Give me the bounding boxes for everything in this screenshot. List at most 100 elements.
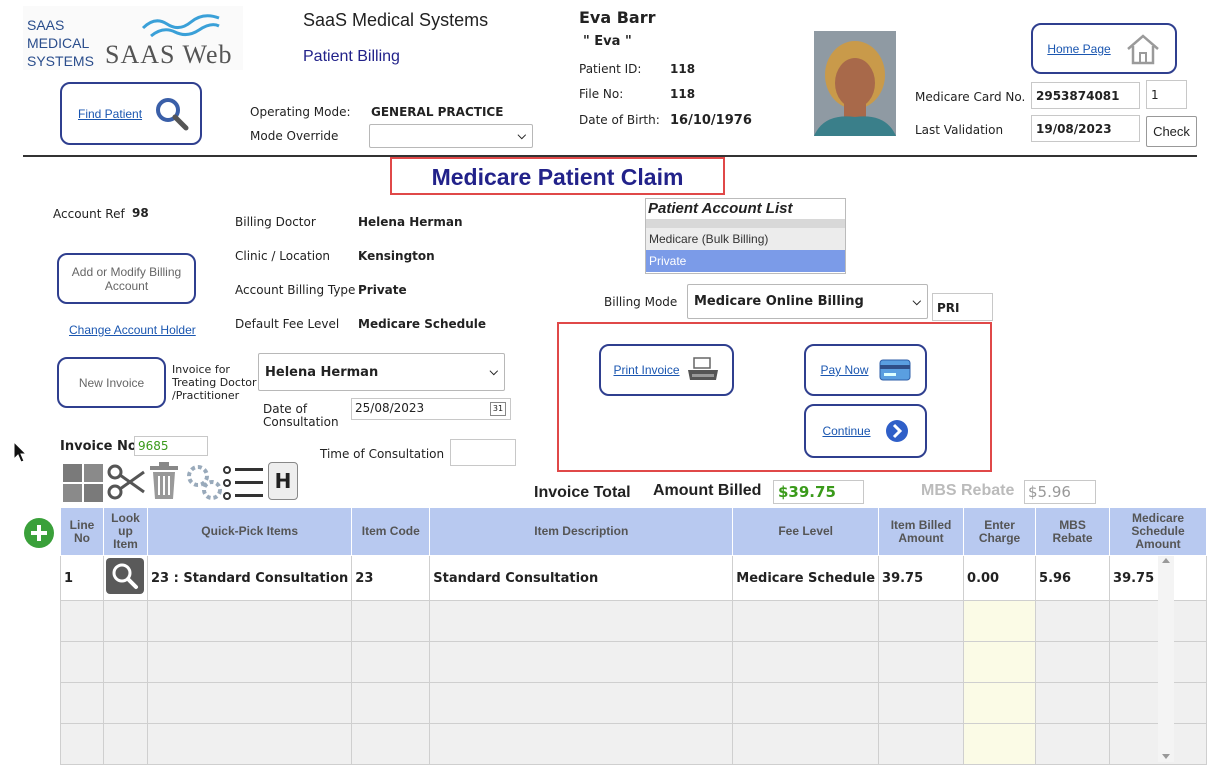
- cell-quick-pick[interactable]: 23 : Standard Consultation: [146, 555, 353, 601]
- invoice-total-label: Invoice Total: [534, 484, 631, 501]
- invoice-toolbar: H: [62, 460, 302, 504]
- account-ref-label: Account Ref: [53, 207, 125, 221]
- consultation-date-value: 25/08/2023: [355, 401, 425, 415]
- file-no-label: File No:: [579, 87, 624, 101]
- new-invoice-button[interactable]: New Invoice: [57, 357, 166, 408]
- invoice-items-table: Line No Look up Item Quick-Pick Items It…: [60, 507, 1208, 765]
- dob-label: Date of Birth:: [579, 113, 660, 127]
- search-icon[interactable]: [106, 558, 144, 594]
- last-validation-label: Last Validation: [915, 123, 1004, 137]
- continue-label: Continue: [822, 424, 871, 438]
- claim-title: Medicare Patient Claim: [431, 164, 684, 190]
- add-modify-account-button[interactable]: Add or Modify Billing Account: [57, 253, 196, 304]
- find-patient-button[interactable]: Find Patient: [60, 82, 202, 145]
- operating-mode-value: GENERAL PRACTICE: [371, 105, 504, 119]
- cell-enter-charge[interactable]: 0.00: [963, 555, 1037, 601]
- cell-item-description: Standard Consultation: [429, 555, 734, 601]
- billing-type-value: Private: [358, 283, 407, 297]
- mode-override-select[interactable]: ⌵: [369, 124, 533, 148]
- medicare-card-field[interactable]: 2953874081: [1031, 82, 1140, 109]
- logo-line2: MEDICAL: [27, 35, 90, 51]
- table-scrollbar[interactable]: [1158, 556, 1174, 762]
- module-name: Patient Billing: [303, 48, 400, 65]
- calendar-icon[interactable]: 31: [490, 402, 506, 416]
- col-header-item-code: Item Code: [351, 507, 431, 556]
- printer-icon: [687, 357, 718, 380]
- account-list-item-selected[interactable]: Private: [646, 250, 845, 272]
- cell-billed-amount: 39.75: [878, 555, 965, 601]
- patient-account-list: Patient Account List Medicare (Bulk Bill…: [645, 198, 846, 274]
- fee-level-label: Default Fee Level: [235, 317, 340, 331]
- add-modify-account-label: Add or Modify Billing Account: [71, 264, 182, 293]
- time-of-consultation-field[interactable]: [450, 439, 516, 466]
- patient-photo: [814, 31, 896, 136]
- billing-mode-code-field[interactable]: PRI: [932, 293, 993, 321]
- logo-saas-web: SAAS Web: [105, 40, 233, 69]
- change-account-holder-link[interactable]: Change Account Holder: [69, 323, 196, 337]
- clinic-value: Kensington: [358, 249, 435, 263]
- col-header-quick-pick: Quick-Pick Items: [146, 507, 353, 556]
- print-invoice-button[interactable]: Print Invoice: [599, 344, 734, 396]
- treating-doctor-select[interactable]: Helena Herman ⌵: [258, 353, 505, 391]
- search-icon: [156, 97, 189, 130]
- operating-mode-label: Operating Mode:: [250, 105, 351, 119]
- cell-mbs-rebate: 5.96: [1035, 555, 1111, 601]
- col-header-fee-level: Fee Level: [732, 507, 880, 556]
- home-page-label: Home Page: [1047, 41, 1111, 56]
- pay-now-label: Pay Now: [820, 363, 869, 377]
- col-header-lookup: Look up Item: [103, 507, 148, 556]
- invoice-for-label: Invoice for Treating Doctor /Practitione…: [172, 363, 257, 402]
- history-h-button[interactable]: H: [268, 462, 298, 500]
- clinic-label: Clinic / Location: [235, 249, 331, 263]
- patient-nickname: " Eva ": [583, 34, 632, 49]
- patient-id-label: Patient ID:: [579, 62, 642, 76]
- col-header-billed-amount: Item Billed Amount: [878, 507, 965, 556]
- billing-mode-select[interactable]: Medicare Online Billing ⌵: [687, 284, 928, 319]
- chevron-down-icon: ⌵: [517, 129, 526, 142]
- new-invoice-label: New Invoice: [78, 375, 145, 390]
- mode-override-label: Mode Override: [250, 129, 339, 143]
- credit-card-icon: [879, 359, 911, 381]
- chevron-down-icon: ⌵: [912, 294, 921, 308]
- grid-icon[interactable]: [62, 463, 104, 503]
- consultation-date-field[interactable]: 25/08/2023 31: [351, 398, 511, 420]
- scissors-icon[interactable]: [106, 462, 146, 502]
- list-icon[interactable]: [222, 463, 266, 503]
- table-row-empty[interactable]: [60, 682, 1208, 724]
- invoice-number-field[interactable]: 9685: [134, 436, 208, 456]
- medicare-irn-field[interactable]: 1: [1146, 80, 1187, 109]
- scroll-up-arrow-icon[interactable]: [1162, 558, 1170, 563]
- account-list-item[interactable]: Medicare (Bulk Billing): [646, 228, 845, 250]
- find-patient-label: Find Patient: [78, 106, 143, 121]
- consultation-date-label: Date of Consultation: [263, 402, 339, 429]
- time-of-consultation-label: Time of Consultation: [320, 447, 445, 461]
- gears-icon[interactable]: [184, 462, 224, 502]
- col-header-mbs-rebate: MBS Rebate: [1035, 507, 1111, 556]
- company-name: SaaS Medical Systems: [303, 10, 489, 30]
- table-row-empty[interactable]: [60, 600, 1208, 642]
- billing-doctor-value: Helena Herman: [358, 215, 463, 229]
- home-page-button[interactable]: Home Page: [1031, 23, 1177, 74]
- continue-button[interactable]: Continue: [804, 404, 927, 458]
- amount-billed-label: Amount Billed: [653, 482, 762, 499]
- table-row-empty[interactable]: [60, 723, 1208, 765]
- dob-value: 16/10/1976: [670, 113, 752, 128]
- cell-fee-level: Medicare Schedule: [732, 555, 880, 601]
- billing-type-label: Account Billing Type: [235, 283, 356, 297]
- trash-icon[interactable]: [148, 461, 180, 501]
- add-line-plus-icon[interactable]: [24, 518, 54, 548]
- check-button[interactable]: Check: [1146, 116, 1197, 147]
- cell-item-code[interactable]: 23: [351, 555, 431, 601]
- cell-lookup[interactable]: [103, 555, 148, 601]
- account-list-title: Patient Account List: [648, 200, 793, 217]
- billing-doctor-label: Billing Doctor: [235, 215, 316, 229]
- table-row-empty[interactable]: [60, 641, 1208, 683]
- mouse-cursor-icon: [13, 441, 27, 463]
- table-row[interactable]: 1 23 : Standard Consultation 23 Standard…: [60, 555, 1208, 601]
- logo-line3: SYSTEMS: [27, 53, 94, 69]
- medicare-card-label: Medicare Card No.: [915, 90, 1026, 104]
- scroll-down-arrow-icon[interactable]: [1162, 754, 1170, 759]
- last-validation-field[interactable]: 19/08/2023: [1031, 115, 1140, 142]
- arrow-right-circle-icon: [885, 420, 908, 442]
- pay-now-button[interactable]: Pay Now: [804, 344, 927, 396]
